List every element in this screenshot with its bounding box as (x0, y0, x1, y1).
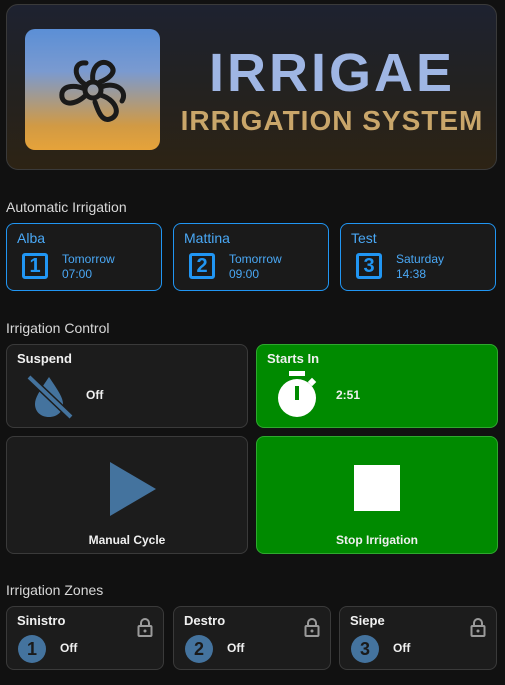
manual-cycle-label: Manual Cycle (88, 533, 166, 547)
stop-irrigation-label: Stop Irrigation (336, 533, 418, 547)
water-off-icon (26, 374, 74, 420)
schedule-name: Test (351, 230, 377, 246)
suspend-toggle[interactable]: Suspend Off (6, 344, 248, 428)
lock-icon[interactable] (137, 617, 153, 637)
schedule-card-3[interactable]: Test 3 Saturday 14:38 (340, 223, 496, 291)
schedule-when: Saturday 14:38 (396, 252, 444, 282)
schedule-time: 14:38 (396, 267, 427, 281)
schedule-when: Tomorrow 07:00 (62, 252, 115, 282)
zone-card-3[interactable]: Siepe 3 Off (339, 606, 497, 670)
fan-logo-icon (59, 60, 126, 122)
stop-irrigation-button[interactable]: Stop Irrigation (256, 436, 498, 554)
schedule-number-icon: 2 (189, 253, 215, 279)
starts-in-value: 2:51 (336, 388, 361, 402)
manual-cycle-button[interactable]: Manual Cycle (6, 436, 248, 554)
zone-name: Sinistro (17, 613, 66, 628)
suspend-state: Off (86, 388, 104, 402)
schedule-time: 07:00 (62, 267, 93, 281)
zone-number-icon: 3 (351, 635, 379, 663)
schedule-time: 09:00 (229, 267, 260, 281)
section-title-control: Irrigation Control (6, 320, 110, 336)
starts-in-card[interactable]: Starts In 2:51 (256, 344, 498, 428)
zone-name: Destro (184, 613, 226, 628)
lock-icon[interactable] (304, 617, 320, 637)
zone-card-2[interactable]: Destro 2 Off (173, 606, 331, 670)
schedule-card-2[interactable]: Mattina 2 Tomorrow 09:00 (173, 223, 329, 291)
brand-subtitle: IRRIGATION SYSTEM (180, 105, 484, 136)
suspend-title: Suspend (17, 351, 72, 366)
starts-in-title: Starts In (267, 351, 320, 366)
header-banner: IRRIGAE IRRIGATION SYSTEM (6, 4, 497, 170)
stop-icon (354, 465, 400, 511)
zone-state: Off (60, 641, 78, 655)
schedule-card-1[interactable]: Alba 1 Tomorrow 07:00 (6, 223, 162, 291)
play-icon (110, 462, 156, 516)
schedule-day: Tomorrow (229, 252, 282, 266)
schedule-day: Tomorrow (62, 252, 115, 266)
zone-card-1[interactable]: Sinistro 1 Off (6, 606, 164, 670)
timer-icon (278, 371, 317, 417)
zone-state: Off (393, 641, 411, 655)
zone-number-icon: 1 (18, 635, 46, 663)
brand-title: IRRIGAE (208, 43, 456, 103)
lock-icon[interactable] (470, 617, 486, 637)
schedule-day: Saturday (396, 252, 445, 266)
schedule-number-icon: 3 (356, 253, 382, 279)
schedule-when: Tomorrow 09:00 (229, 252, 282, 282)
zone-name: Siepe (350, 613, 385, 628)
section-title-automatic: Automatic Irrigation (6, 199, 127, 215)
section-title-zones: Irrigation Zones (6, 582, 104, 598)
schedule-name: Mattina (184, 230, 230, 246)
logo (25, 29, 160, 150)
zone-number-icon: 2 (185, 635, 213, 663)
zone-state: Off (227, 641, 245, 655)
schedule-number-icon: 1 (22, 253, 48, 279)
schedule-name: Alba (17, 230, 46, 246)
